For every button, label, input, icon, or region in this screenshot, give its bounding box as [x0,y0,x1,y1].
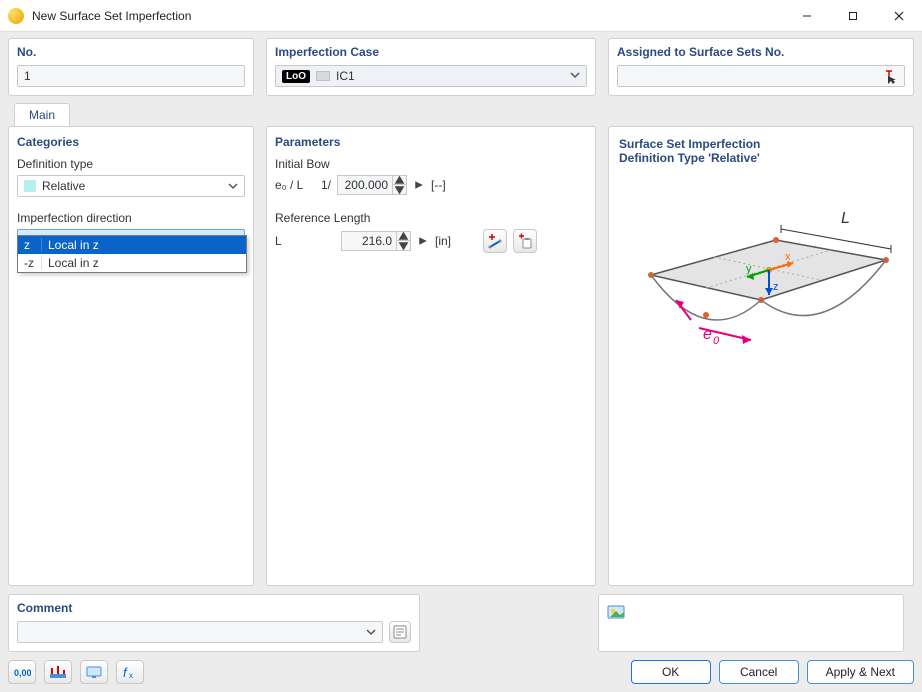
panel-assigned-to: Assigned to Surface Sets No. [608,38,914,96]
reference-length-input[interactable]: 216.0 [341,231,411,251]
definition-type-select[interactable]: Relative [17,175,245,197]
diagram-L: L [841,210,850,227]
panel-categories: Categories Definition type Relative Impe… [8,126,254,586]
chevron-down-icon [366,626,376,640]
close-button[interactable] [876,0,922,31]
no-input[interactable]: 1 [17,65,245,87]
tool-units-button[interactable]: 0,00 [8,660,36,684]
comment-title: Comment [17,601,411,615]
initial-bow-prefix: 1/ [321,178,331,192]
definition-type-value: Relative [42,179,85,193]
tabs: Main [8,102,914,126]
direction-option-label: Local in z [42,238,246,252]
minimize-button[interactable] [784,0,830,31]
direction-option-negz[interactable]: -z Local in z [18,254,246,272]
spin-down-icon[interactable] [397,241,410,250]
diagram-e0-sub: 0 [713,335,720,347]
panel-image [598,594,904,652]
categories-title: Categories [17,135,245,149]
clipboard-length-button[interactable] [513,229,537,253]
tab-main[interactable]: Main [14,103,70,126]
panel-assign-title: Assigned to Surface Sets No. [617,45,905,59]
case-value: IC1 [336,69,355,83]
reference-length-unit: [in] [435,234,451,248]
titlebar: New Surface Set Imperfection [0,0,922,32]
initial-bow-input[interactable]: 200.000 [337,175,407,195]
panel-case-title: Imperfection Case [275,45,587,59]
chevron-down-icon [570,69,580,83]
case-color-swatch [316,71,330,81]
parameters-title: Parameters [275,135,587,149]
assigned-surfacesets-input[interactable] [617,65,905,87]
play-icon[interactable] [417,236,429,246]
reference-length-label: Reference Length [275,211,587,225]
spin-down-icon[interactable] [393,185,406,194]
initial-bow-label: Initial Bow [275,157,587,171]
tool-function-button[interactable]: fx [116,660,144,684]
play-icon[interactable] [413,180,425,190]
case-badge: LoO [282,70,310,83]
axis-y: y [746,263,752,275]
svg-text:0,00: 0,00 [14,668,31,678]
diagram: L e 0 x y [619,165,903,575]
definition-type-swatch [24,180,36,192]
maximize-button[interactable] [830,0,876,31]
initial-bow-value: 200.000 [338,178,392,192]
measure-length-button[interactable] [483,229,507,253]
ok-button[interactable]: OK [631,660,711,684]
chevron-down-icon [228,180,238,194]
imperfection-direction-dropdown: z Local in z -z Local in z [17,235,247,273]
diagram-title-line1: Surface Set Imperfection [619,137,903,151]
tool-view-button[interactable] [80,660,108,684]
svg-text:x: x [129,671,133,680]
reference-length-symbol: L [275,234,315,248]
cancel-button[interactable]: Cancel [719,660,799,684]
initial-bow-symbol: e₀ / L [275,178,315,192]
imperfection-case-select[interactable]: LoO IC1 [275,65,587,87]
imperfection-direction-label: Imperfection direction [17,211,245,225]
panel-imperfection-case: Imperfection Case LoO IC1 [266,38,596,96]
diagram-e0: e [703,326,712,343]
window-title: New Surface Set Imperfection [32,9,784,23]
axis-z: z [773,281,779,293]
direction-option-key: z [18,238,42,252]
panel-parameters: Parameters Initial Bow e₀ / L 1/ 200.000… [266,126,596,586]
app-icon [8,8,24,24]
axis-x: x [785,251,791,263]
svg-text:f: f [123,665,128,680]
image-button[interactable] [605,601,627,623]
apply-next-button[interactable]: Apply & Next [807,660,914,684]
direction-option-label: Local in z [42,256,246,270]
initial-bow-unit: [--] [431,178,446,192]
no-value: 1 [24,69,31,83]
direction-option-key: -z [18,256,42,270]
comment-edit-button[interactable] [389,621,411,643]
definition-type-label: Definition type [17,157,245,171]
spinner[interactable] [396,232,410,250]
panel-no: No. 1 [8,38,254,96]
panel-no-title: No. [17,45,245,59]
panel-comment: Comment [8,594,420,652]
panel-diagram: Surface Set Imperfection Definition Type… [608,126,914,586]
diagram-title-line2: Definition Type 'Relative' [619,151,903,165]
footer: 0,00 fx OK Cancel Apply & Next [8,660,914,684]
pick-surface-icon[interactable] [883,68,901,86]
spinner[interactable] [392,176,406,194]
reference-length-value: 216.0 [342,234,396,248]
tool-model-button[interactable] [44,660,72,684]
comment-input[interactable] [17,621,383,643]
direction-option-z[interactable]: z Local in z [18,236,246,254]
